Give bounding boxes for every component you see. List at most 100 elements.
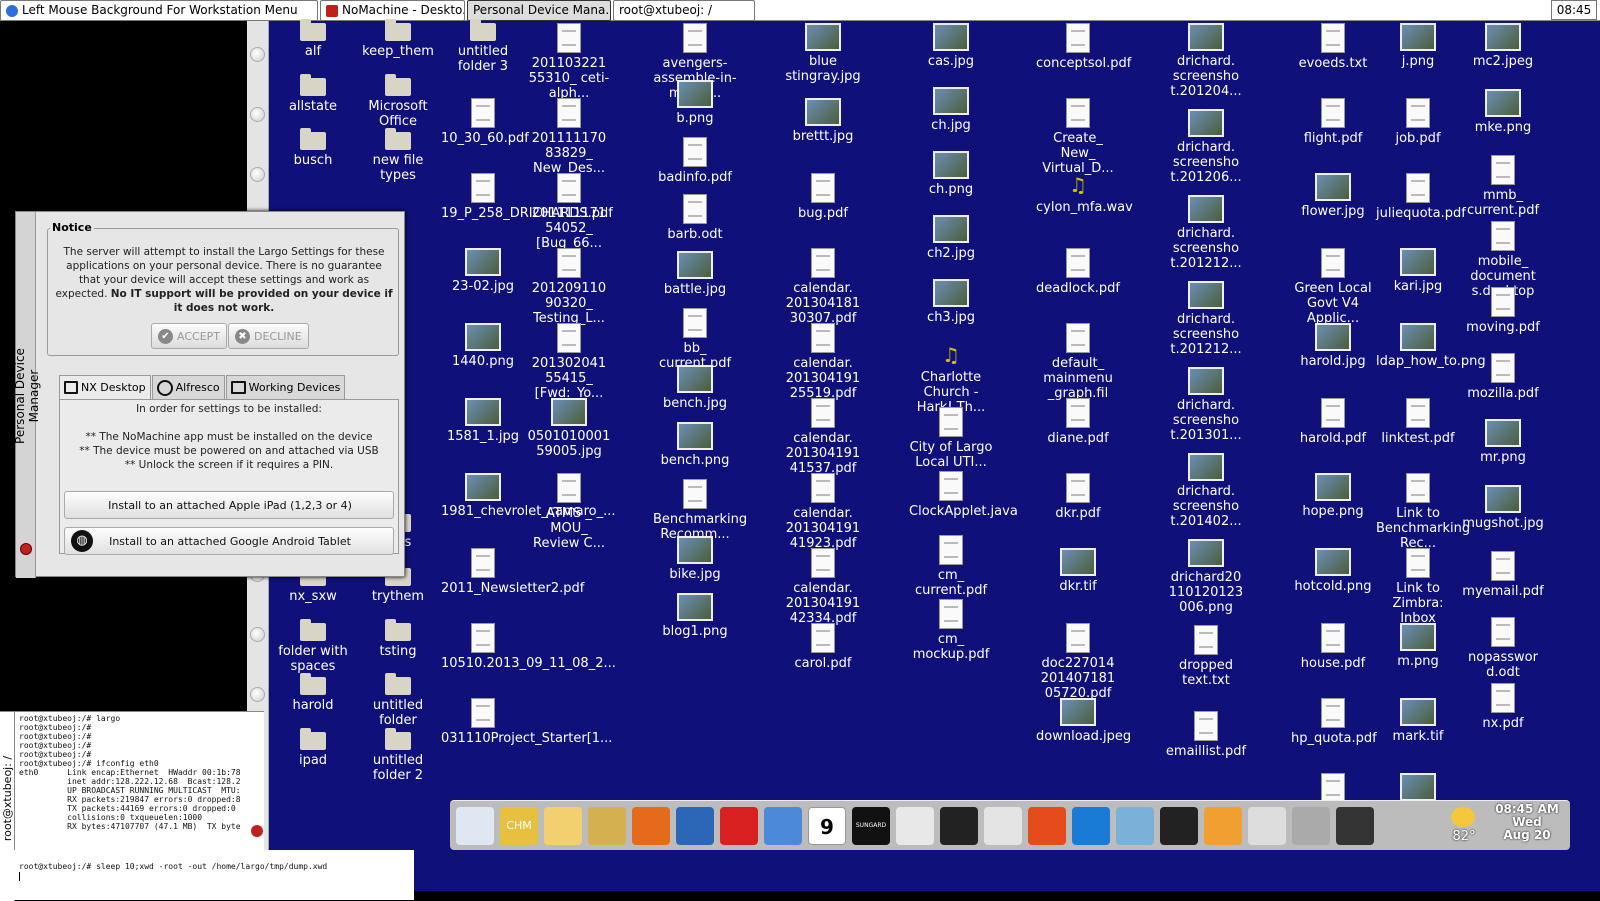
pidgin-icon[interactable] [764,806,802,845]
desktop-icon[interactable]: keep_them [356,19,440,59]
desktop-icon[interactable]: kari.jpg [1376,248,1460,294]
desktop-icon[interactable]: drichard. screensho t.201301... [1164,367,1248,443]
desktop-icon[interactable]: 201111171 54052_ [Bug_66... [527,173,611,251]
desktop-icon[interactable]: 201302041 55415_ [Fwd:_Yo... [527,323,611,401]
tab-working-devices[interactable]: Working Devices [225,375,346,399]
desktop-icon[interactable]: 23-02.jpg [441,248,525,294]
desktop-icon[interactable]: mke.png [1461,89,1545,135]
speaker-icon[interactable] [1292,806,1330,845]
desktop-icon[interactable]: download.jpeg [1036,698,1131,744]
desktop-icon[interactable]: Microsoft Office [356,73,440,129]
desktop-icon[interactable]: calendar. 201304181 30307.pdf [781,248,865,326]
taskbar-item-nomachine[interactable]: NoMachine - Deskto... [320,0,465,21]
desktop-icon[interactable]: flight.pdf [1291,98,1375,146]
desktop-icon[interactable]: calendar. 201304191 42334.pdf [781,548,865,626]
desktop-icon[interactable]: m.png [1376,623,1460,669]
dock-slot-icon[interactable] [250,107,265,122]
tab-alfresco[interactable]: Alfresco [151,375,225,399]
desktop-icon[interactable]: 1581_1.jpg [441,398,525,444]
desktop-icon[interactable]: ch.png [909,151,993,197]
desktop-icon[interactable]: cas.jpg [909,23,993,69]
desktop-icon[interactable]: deadlock.pdf [1036,248,1120,296]
desktop-icon[interactable]: harold [271,673,355,713]
desktop-icon[interactable]: calendar. 201304191 41537.pdf [781,398,865,476]
desktop-icon[interactable]: ipad [271,727,355,768]
desktop-icon[interactable]: hotcold.png [1291,548,1375,594]
desktop-icon[interactable]: folder with spaces [271,618,355,674]
desktop-icon[interactable]: diane.pdf [1036,398,1120,446]
taskbar-item-workstation-menu[interactable]: Left Mouse Background For Workstation Me… [0,0,318,21]
desktop-icon[interactable]: mark.tif [1376,698,1460,744]
desktop-icon[interactable]: busch [271,128,355,168]
accept-button[interactable]: ✔ ACCEPT [151,323,227,349]
firefox-icon[interactable] [632,806,670,845]
install-apple-ipad-button[interactable]: Install to an attached Apple iPad (1,2,3… [64,491,394,519]
desktop-icon[interactable]: Link to Zimbra: Inbox [1376,548,1460,626]
desktop-icon[interactable]: emaillist.pdf [1164,711,1248,759]
desktop-icon[interactable]: juliequota.pdf [1376,173,1466,221]
desktop-icon[interactable]: nopasswor d.odt [1461,617,1545,680]
desktop-icon[interactable]: new file types [356,128,440,183]
desktop-icon[interactable]: evoeds.txt [1291,23,1375,71]
desktop-icon[interactable]: mugshot.jpg [1461,485,1545,531]
close-icon[interactable] [20,543,32,555]
calendar-icon[interactable]: 9 [808,806,846,845]
desktop-icon[interactable]: drichard20 110120123 006.png [1164,539,1248,615]
terminal-window[interactable]: root@xtubeoj: / root@xtubeoj:/# largo roo… [0,711,264,901]
desktop-icon[interactable]: dkr.tif [1036,548,1120,594]
desktop-icon[interactable]: ch3.jpg [909,279,993,325]
desktop-icon[interactable]: bench.jpg [653,365,737,411]
desktop-icon[interactable]: calendar. 201304191 41923.pdf [781,473,865,551]
desktop-icon[interactable]: Benchmarking Recomm... [653,479,747,542]
desktop-icon[interactable]: 1440.png [441,323,525,369]
chess-icon[interactable] [544,806,582,845]
network-icon[interactable] [1116,806,1154,845]
desktop-icon[interactable]: 10_30_60.pdf [441,98,529,146]
desktop-icon[interactable]: bug.pdf [781,173,865,221]
terminal-icon[interactable] [1160,806,1198,845]
id-card-icon[interactable] [896,806,934,845]
desktop-icon[interactable]: moving.pdf [1461,287,1545,335]
usb-icon[interactable] [940,806,978,845]
dock-slot-icon[interactable] [250,627,265,642]
desktop-icon[interactable]: alf [271,19,355,59]
desktop-icon[interactable]: cm_ mockup.pdf [909,599,993,662]
desktop-icon[interactable]: hope.png [1291,473,1375,519]
desktop-icon[interactable]: j.png [1376,23,1460,69]
desktop-icon[interactable]: ♫ cylon_mfa.wav [1036,173,1133,215]
desktop-icon[interactable]: default_ mainmenu _graph.fil [1036,323,1120,401]
desktop-icon[interactable]: battle.jpg [653,251,737,297]
desktop-icon[interactable]: calendar. 201304191 25519.pdf [781,323,865,401]
desktop-icon[interactable]: house.pdf [1291,623,1375,671]
taskbar-item-personal-device-manager[interactable]: Personal Device Mana... [467,0,611,21]
dock-slot-icon[interactable] [250,47,265,62]
desktop-icon[interactable]: hp_quota.pdf [1291,698,1377,746]
terminal-input-area[interactable]: root@xtubeoj:/# sleep 10;xwd -root -out … [0,850,414,900]
desktop-icon[interactable]: 19_P_258_DRICHARDS.pdf [441,173,613,221]
desktop-icon[interactable]: bb_ current.pdf [653,308,737,371]
desktop-icon[interactable]: ch2.jpg [909,215,993,261]
desktop-icon[interactable]: myemail.pdf [1461,551,1545,599]
desktop-icon[interactable]: mc2.jpeg [1461,23,1545,69]
seal-icon[interactable] [456,806,494,845]
desktop-icon[interactable]: untitled folder 3 [441,19,525,74]
desktop-icon[interactable]: mr.png [1461,419,1545,465]
desktop-icon[interactable]: bench.png [653,422,737,468]
desktop-icon[interactable]: b.png [653,80,737,126]
dock-slot-icon[interactable] [250,687,265,702]
desktop-icon[interactable]: blue stingray.jpg [781,23,865,84]
desktop-icon[interactable]: drichard. screensho t.201212... [1164,195,1248,271]
desktop-icon[interactable]: brettt.jpg [781,98,865,144]
desktop-icon[interactable]: ch.jpg [909,87,993,133]
desktop-icon[interactable]: allstate [271,73,355,114]
desktop-icon[interactable]: drichard. screensho t.201402... [1164,453,1248,529]
desktop-icon[interactable]: harold.pdf [1291,398,1375,446]
desktop-icon[interactable]: ATMS _ MOU_ Review C... [527,473,611,551]
desktop-icon[interactable]: drichard. screensho t.201206... [1164,109,1248,185]
desktop-icon[interactable]: harold.jpg [1291,323,1375,369]
desktop-icon[interactable]: barb.odt [653,194,737,242]
desktop-icon[interactable]: 201103221 55310_ ceti-alph... [527,23,611,101]
keys-icon[interactable] [588,806,626,845]
desktop-icon[interactable]: nx.pdf [1461,683,1545,731]
desktop-icon[interactable]: drichard. screensho t.201212... [1164,281,1248,357]
